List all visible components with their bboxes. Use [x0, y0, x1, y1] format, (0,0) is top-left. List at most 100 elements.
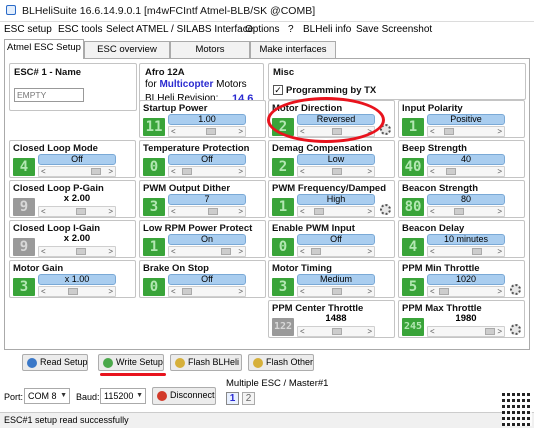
closed-loop-p-gain-slider-thumb[interactable] — [76, 208, 86, 215]
chevron-right-icon[interactable]: > — [238, 127, 243, 136]
write-setup-button[interactable]: Write Setup — [98, 354, 164, 371]
closed-loop-mode-slider[interactable]: < > — [38, 166, 116, 177]
chevron-right-icon[interactable]: > — [497, 127, 502, 136]
chevron-left-icon[interactable]: < — [430, 167, 435, 176]
low-rpm-power-protect-slider-thumb[interactable] — [221, 248, 231, 255]
esc-1-button[interactable]: 1 — [226, 392, 239, 405]
menu-save-screenshot[interactable]: Save Screenshot — [356, 24, 432, 35]
chevron-right-icon[interactable]: > — [497, 167, 502, 176]
pwm-output-dither-slider[interactable]: < > — [168, 206, 246, 217]
ppm-center-throttle-slider[interactable]: < > — [297, 326, 375, 337]
esc-name-field[interactable]: EMPTY — [14, 88, 84, 102]
chevron-right-icon[interactable]: > — [108, 287, 113, 296]
chevron-left-icon[interactable]: < — [430, 287, 435, 296]
gear-icon[interactable] — [510, 284, 521, 295]
input-polarity-slider-thumb[interactable] — [444, 128, 454, 135]
ppm-min-throttle-slider[interactable]: < > — [427, 286, 505, 297]
brake-on-stop-slider-thumb[interactable] — [182, 288, 192, 295]
tab-atmel-esc-setup[interactable]: Atmel ESC Setup — [4, 39, 84, 59]
chevron-left-icon[interactable]: < — [41, 167, 46, 176]
chevron-left-icon[interactable]: < — [300, 167, 305, 176]
chevron-right-icon[interactable]: > — [367, 167, 372, 176]
chevron-left-icon[interactable]: < — [430, 327, 435, 336]
chevron-right-icon[interactable]: > — [497, 247, 502, 256]
closed-loop-i-gain-slider-thumb[interactable] — [76, 248, 86, 255]
gear-icon[interactable] — [510, 324, 521, 335]
startup-power-slider-thumb[interactable] — [206, 128, 216, 135]
chevron-left-icon[interactable]: < — [300, 247, 305, 256]
ppm-max-throttle-slider-thumb[interactable] — [485, 328, 495, 335]
chevron-right-icon[interactable]: > — [238, 247, 243, 256]
chevron-right-icon[interactable]: > — [497, 207, 502, 216]
chevron-right-icon[interactable]: > — [367, 247, 372, 256]
pwm-frequency-damped-slider[interactable]: < > — [297, 206, 375, 217]
chevron-left-icon[interactable]: < — [171, 167, 176, 176]
chevron-left-icon[interactable]: < — [171, 207, 176, 216]
motor-timing-slider[interactable]: < > — [297, 286, 375, 297]
closed-loop-i-gain-slider[interactable]: < > — [38, 246, 116, 257]
enable-pwm-input-slider-thumb[interactable] — [311, 248, 321, 255]
motor-timing-slider-thumb[interactable] — [332, 288, 342, 295]
menu-blheli-info[interactable]: BLHeli info — [303, 24, 351, 35]
chevron-left-icon[interactable]: < — [41, 207, 46, 216]
beep-strength-slider[interactable]: < > — [427, 166, 505, 177]
brake-on-stop-slider[interactable]: < > — [168, 286, 246, 297]
beep-strength-slider-thumb[interactable] — [446, 168, 456, 175]
chevron-left-icon[interactable]: < — [300, 207, 305, 216]
chevron-right-icon[interactable]: > — [367, 287, 372, 296]
port-select[interactable]: COM 8 ▼ — [24, 388, 70, 404]
beacon-delay-slider[interactable]: < > — [427, 246, 505, 257]
beacon-strength-slider-thumb[interactable] — [454, 208, 464, 215]
input-polarity-slider[interactable]: < > — [427, 126, 505, 137]
flash-blheli-button[interactable]: Flash BLHeli — [170, 354, 242, 371]
motor-gain-slider[interactable]: < > — [38, 286, 116, 297]
beacon-strength-slider[interactable]: < > — [427, 206, 505, 217]
chevron-left-icon[interactable]: < — [41, 247, 46, 256]
baud-select[interactable]: 115200 ▼ — [100, 388, 146, 404]
read-setup-button[interactable]: Read Setup — [22, 354, 88, 371]
chevron-left-icon[interactable]: < — [430, 127, 435, 136]
chevron-right-icon[interactable]: > — [238, 287, 243, 296]
pwm-frequency-damped-slider-thumb[interactable] — [314, 208, 324, 215]
flash-other-button[interactable]: Flash Other — [248, 354, 314, 371]
startup-power-slider[interactable]: < > — [168, 126, 246, 137]
ppm-center-throttle-slider-thumb[interactable] — [332, 328, 342, 335]
tab-esc-overview[interactable]: ESC overview — [84, 41, 170, 58]
programming-by-tx-checkbox[interactable]: ✓ — [273, 85, 283, 95]
enable-pwm-input-slider[interactable]: < > — [297, 246, 375, 257]
chevron-right-icon[interactable]: > — [367, 207, 372, 216]
chevron-left-icon[interactable]: < — [41, 287, 46, 296]
beacon-delay-slider-thumb[interactable] — [472, 248, 482, 255]
chevron-right-icon[interactable]: > — [108, 207, 113, 216]
esc-2-button[interactable]: 2 — [242, 392, 255, 405]
chevron-right-icon[interactable]: > — [238, 207, 243, 216]
disconnect-button[interactable]: Disconnect — [152, 387, 216, 405]
closed-loop-mode-slider-thumb[interactable] — [91, 168, 101, 175]
chevron-left-icon[interactable]: < — [300, 327, 305, 336]
chevron-right-icon[interactable]: > — [238, 167, 243, 176]
chevron-right-icon[interactable]: > — [367, 327, 372, 336]
chevron-left-icon[interactable]: < — [171, 247, 176, 256]
pwm-output-dither-slider-thumb[interactable] — [208, 208, 218, 215]
temperature-protection-slider-thumb[interactable] — [182, 168, 192, 175]
temperature-protection-slider[interactable]: < > — [168, 166, 246, 177]
tab-make-interfaces[interactable]: Make interfaces — [250, 41, 336, 58]
chevron-right-icon[interactable]: > — [497, 327, 502, 336]
menu-esc-setup[interactable]: ESC setup — [4, 24, 52, 35]
menu-options[interactable]: Options — [245, 24, 279, 35]
ppm-max-throttle-slider[interactable]: < > — [427, 326, 505, 337]
chevron-right-icon[interactable]: > — [108, 247, 113, 256]
chevron-right-icon[interactable]: > — [497, 287, 502, 296]
demag-compensation-slider[interactable]: < > — [297, 166, 375, 177]
ppm-min-throttle-slider-thumb[interactable] — [439, 288, 449, 295]
chevron-left-icon[interactable]: < — [171, 127, 176, 136]
chevron-left-icon[interactable]: < — [430, 247, 435, 256]
motor-gain-slider-thumb[interactable] — [68, 288, 78, 295]
demag-compensation-slider-thumb[interactable] — [332, 168, 342, 175]
tab-motors[interactable]: Motors — [170, 41, 250, 58]
chevron-left-icon[interactable]: < — [171, 287, 176, 296]
gear-icon[interactable] — [380, 204, 391, 215]
chevron-right-icon[interactable]: > — [108, 167, 113, 176]
low-rpm-power-protect-slider[interactable]: < > — [168, 246, 246, 257]
menu-esc-tools[interactable]: ESC tools — [58, 24, 102, 35]
